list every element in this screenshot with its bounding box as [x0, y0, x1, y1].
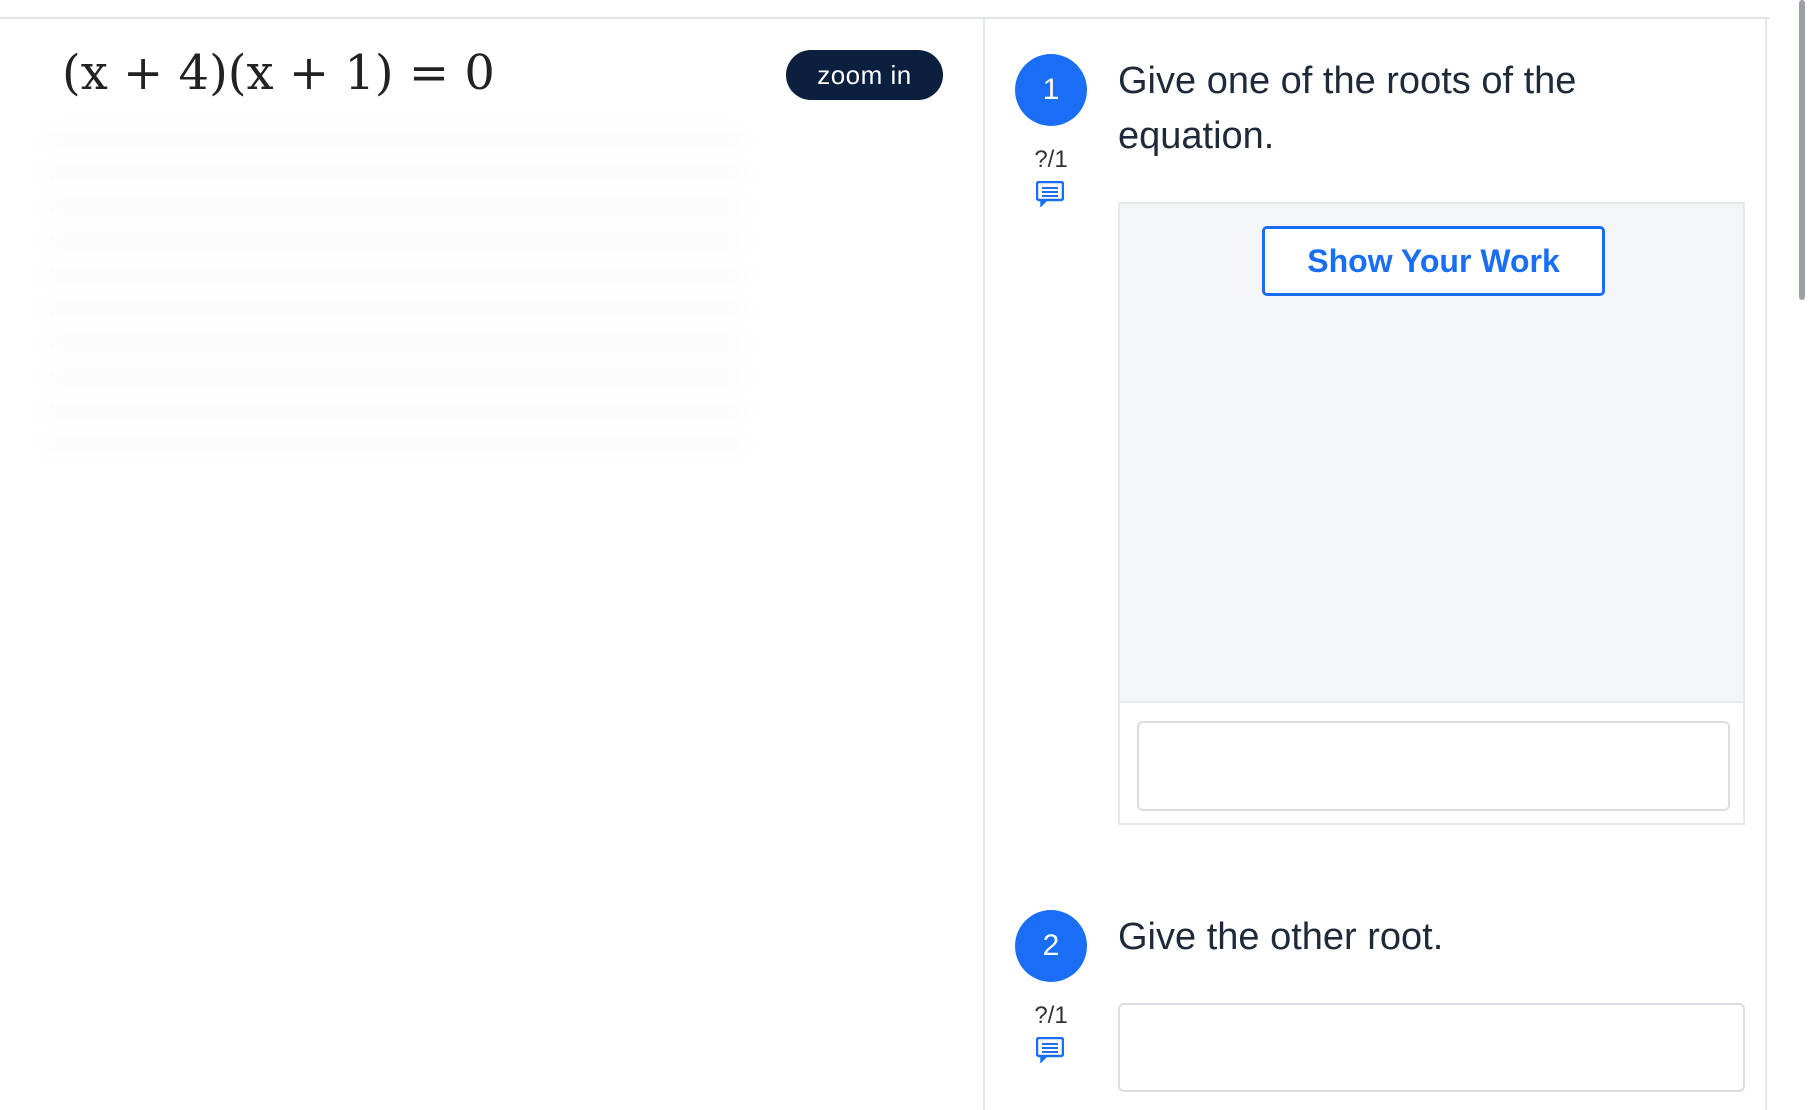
answer-input[interactable]: [1118, 1003, 1745, 1092]
work-canvas[interactable]: Show Your Work: [1120, 204, 1743, 703]
blurred-content: [45, 130, 745, 460]
question-score: ?/1: [1034, 146, 1068, 173]
show-work-panel: Show Your Work: [1118, 202, 1745, 825]
question-prompt: Give the other root.: [1118, 916, 1444, 958]
question-number-badge: 1: [1015, 54, 1087, 126]
question-score: ?/1: [1034, 1002, 1068, 1029]
pane-divider: [983, 19, 985, 1110]
comment-icon[interactable]: [1036, 181, 1064, 207]
zoom-in-button[interactable]: zoom in: [786, 50, 943, 100]
question-prompt: Give one of the roots of the equation.: [1118, 60, 1577, 157]
answer-input[interactable]: [1137, 721, 1730, 811]
scrollbar[interactable]: [1799, 0, 1805, 300]
equation-image: (x + 4)(x + 1) = 0: [62, 45, 495, 101]
show-your-work-button[interactable]: Show Your Work: [1262, 226, 1605, 296]
pane-right-edge: [1765, 19, 1767, 1110]
question-number-badge: 2: [1015, 910, 1087, 982]
comment-icon[interactable]: [1036, 1037, 1064, 1063]
